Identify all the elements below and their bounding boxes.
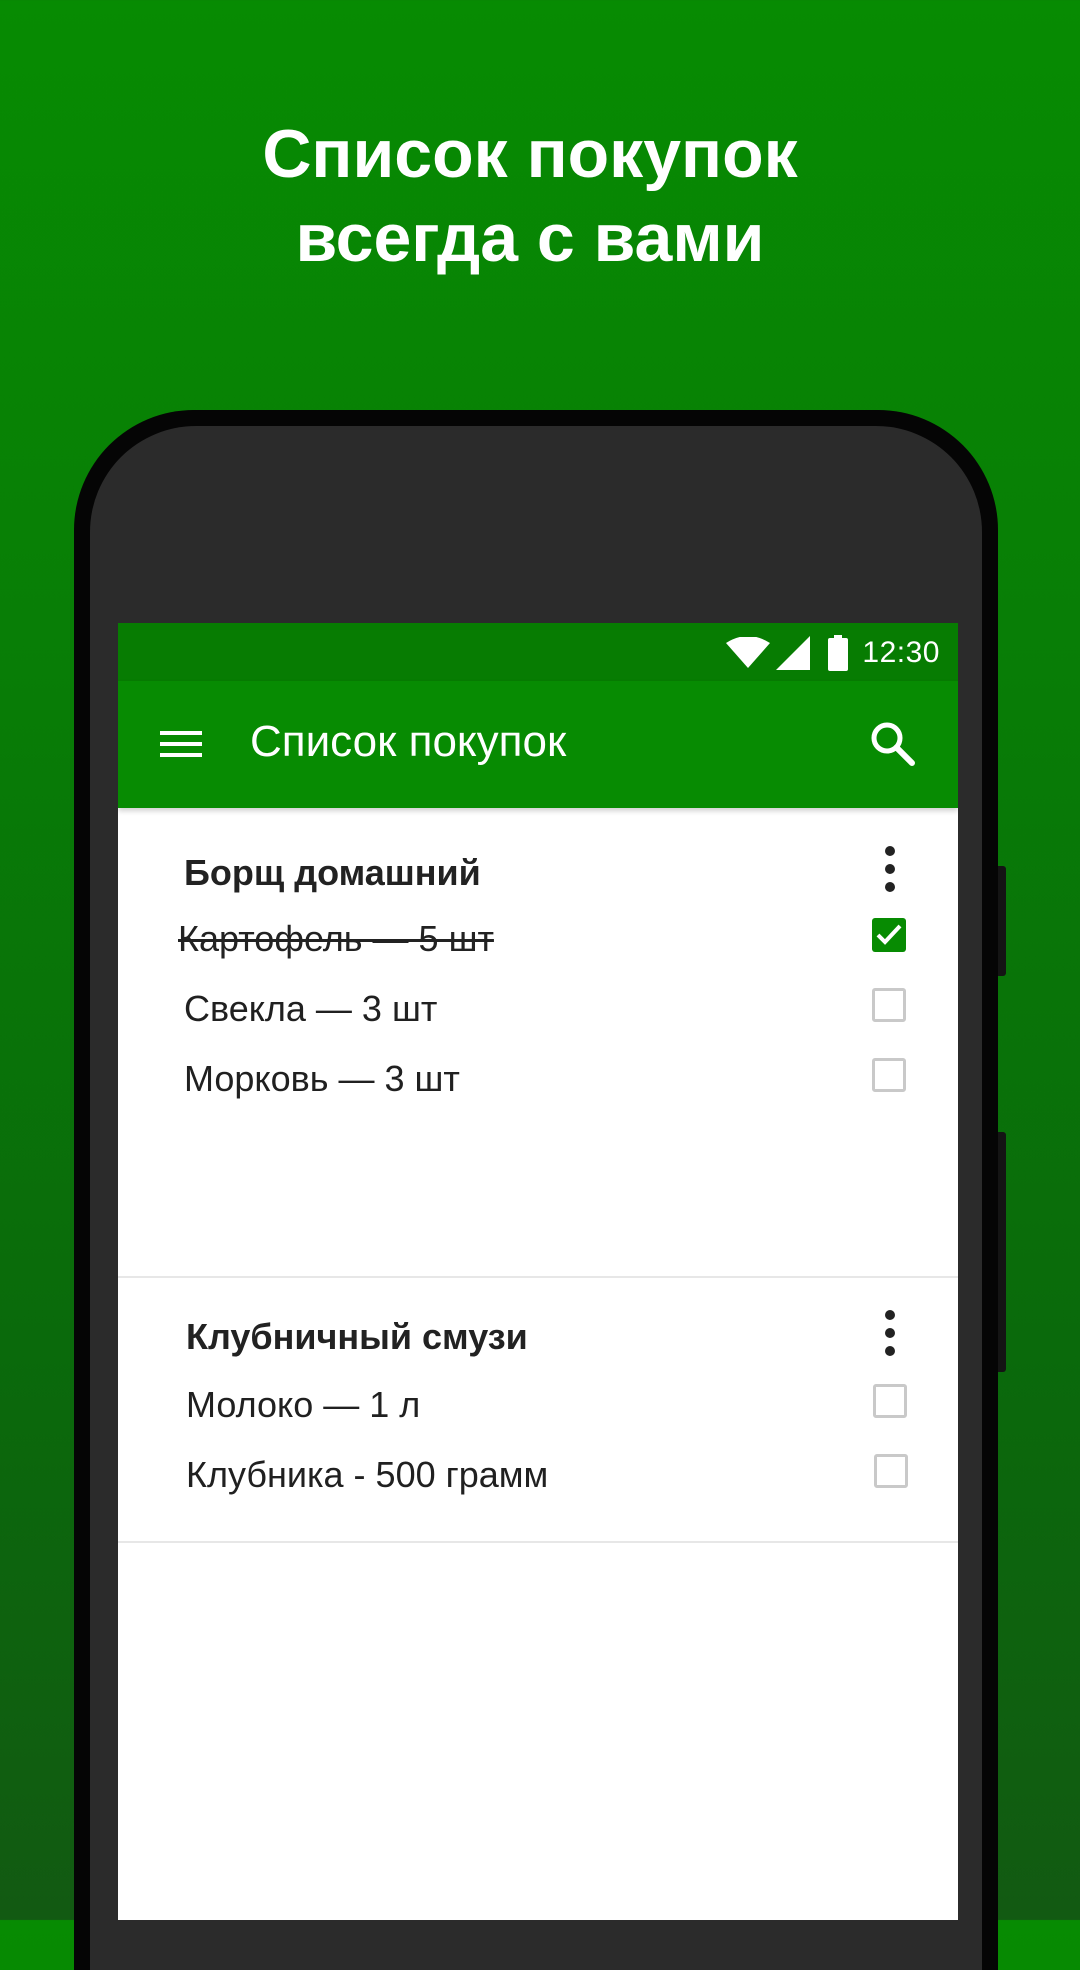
item-checkbox[interactable] bbox=[872, 988, 906, 1022]
list-item-label: Картофель — 5 шт bbox=[178, 918, 494, 959]
more-vertical-icon[interactable] bbox=[870, 1306, 910, 1362]
list-item: Картофель — 5 шт bbox=[118, 910, 958, 970]
list-item-label: Молоко — 1 л bbox=[186, 1384, 421, 1425]
more-vertical-icon[interactable] bbox=[870, 842, 910, 898]
search-icon[interactable] bbox=[868, 719, 916, 767]
item-checkbox[interactable] bbox=[874, 1454, 908, 1488]
item-checkbox[interactable] bbox=[872, 918, 906, 952]
app-title: Список покупок bbox=[250, 717, 567, 766]
shopping-list-card: Борщ домашний Картофель — 5 шт Свекла — … bbox=[118, 808, 958, 1278]
app-bar: Список покупок bbox=[118, 681, 958, 808]
battery-icon bbox=[828, 635, 849, 671]
phone-volume-button bbox=[998, 1132, 1006, 1372]
promo-headline: Список покупок всегда с вами bbox=[0, 112, 1060, 280]
list-item-label: Клубника - 500 грамм bbox=[186, 1454, 549, 1495]
list-item-label: Морковь — 3 шт bbox=[184, 1058, 460, 1099]
promo-headline-line-2: всегда с вами bbox=[295, 200, 765, 276]
list-item: Свекла — 3 шт bbox=[118, 980, 958, 1040]
list-title: Клубничный смузи bbox=[186, 1316, 528, 1357]
promo-headline-line-1: Список покупок bbox=[262, 116, 798, 192]
wifi-icon bbox=[726, 637, 771, 669]
list-item: Клубника - 500 грамм bbox=[118, 1446, 958, 1506]
status-icons: 12:30 bbox=[726, 635, 940, 671]
app-screen: 12:30 Список покупок Борщ домашний Карто… bbox=[118, 623, 958, 1920]
hamburger-icon[interactable] bbox=[158, 721, 204, 767]
phone-side-button bbox=[998, 866, 1006, 976]
list-item-label: Свекла — 3 шт bbox=[184, 988, 438, 1029]
list-title: Борщ домашний bbox=[184, 852, 481, 893]
status-bar: 12:30 bbox=[118, 623, 958, 681]
item-checkbox[interactable] bbox=[872, 1058, 906, 1092]
check-icon bbox=[876, 924, 902, 945]
shopping-list-card: Клубничный смузи Молоко — 1 л Клубника -… bbox=[118, 1278, 958, 1543]
item-checkbox[interactable] bbox=[873, 1384, 907, 1418]
status-time: 12:30 bbox=[862, 636, 940, 669]
list-item: Молоко — 1 л bbox=[118, 1376, 958, 1436]
cell-signal-icon bbox=[776, 636, 811, 670]
list-item: Морковь — 3 шт bbox=[118, 1050, 958, 1110]
